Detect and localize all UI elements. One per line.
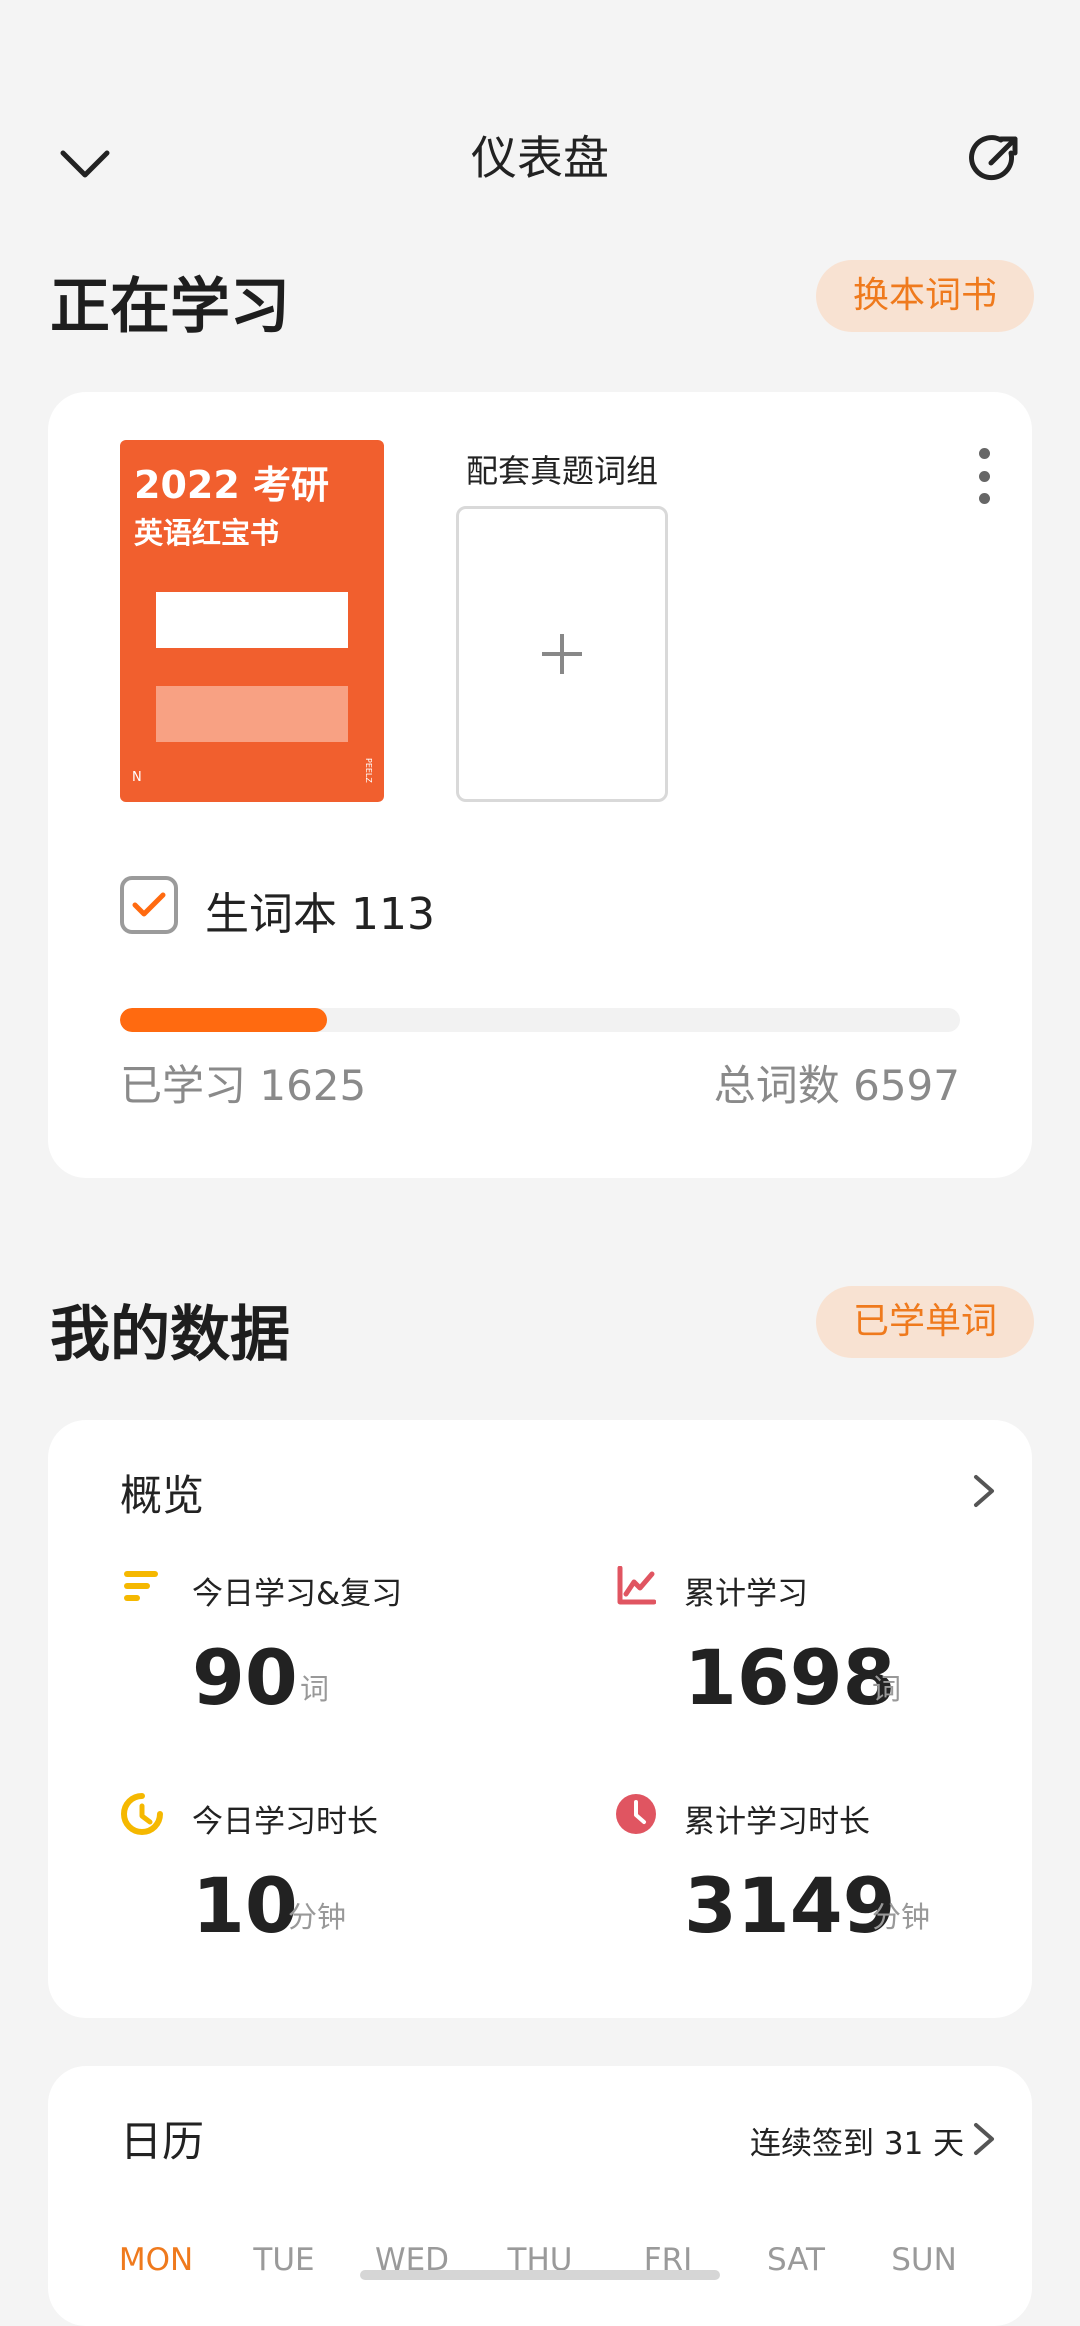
timer-swirl-icon [120, 1792, 164, 1836]
top-bar: 仪表盘 [0, 110, 1080, 210]
cover-subtitle: 英语红宝书 [134, 516, 280, 550]
study-progress-fill [120, 1008, 327, 1032]
stat-label: 累计学习时长 [684, 1804, 870, 1840]
weekday-label[interactable]: TUE [229, 2242, 339, 2278]
stat-unit: 词 [872, 1672, 902, 1706]
cover-light-band [156, 686, 348, 742]
stat-value: 3149 [684, 1861, 896, 1950]
chevron-right-icon[interactable] [964, 1466, 1004, 1516]
stat-value: 10 [192, 1861, 298, 1950]
cover-title: 2022 考研 [134, 463, 329, 507]
stat-label: 今日学习时长 [192, 1804, 378, 1840]
home-indicator [360, 2270, 720, 2280]
vocab-book-label: 生词本 113 [205, 889, 435, 940]
stat-value: 1698 [684, 1633, 896, 1722]
overview-title: 概览 [120, 1471, 205, 1520]
cover-corner-mark: N [132, 770, 142, 785]
clock-icon [614, 1792, 658, 1836]
stat-value: 90 [192, 1633, 298, 1722]
book-cover[interactable]: 2022 考研 英语红宝书 N PEELZ [120, 440, 384, 802]
studying-section-title: 正在学习 [50, 272, 290, 342]
phrase-group-label: 配套真题词组 [466, 452, 659, 490]
stat-label: 累计学习 [684, 1576, 808, 1612]
weekday-label[interactable]: MON [101, 2242, 211, 2278]
learned-count: 已学习 1625 [120, 1061, 367, 1110]
total-count: 总词数 6597 [713, 1061, 960, 1110]
calendar-card[interactable] [48, 2066, 1032, 2326]
cover-white-band [156, 592, 348, 648]
calendar-title: 日历 [120, 2117, 205, 2166]
change-book-button[interactable]: 换本词书 [816, 260, 1034, 332]
stat-unit: 分钟 [872, 1900, 931, 1934]
checkin-streak: 连续签到 31 天 [750, 2126, 965, 2162]
stat-unit: 分钟 [288, 1900, 347, 1934]
weekday-label[interactable]: SAT [741, 2242, 851, 2278]
weekday-label[interactable]: SUN [869, 2242, 979, 2278]
list-bars-icon [120, 1564, 164, 1608]
vocab-book-checkbox[interactable] [120, 876, 178, 934]
mydata-section-title: 我的数据 [50, 1300, 290, 1370]
more-options-icon[interactable] [966, 448, 1002, 504]
add-phrase-group-button[interactable] [456, 506, 668, 802]
chevron-right-icon[interactable] [964, 2114, 1004, 2164]
line-chart-icon [614, 1564, 658, 1608]
stat-unit: 词 [300, 1672, 330, 1706]
stat-label: 今日学习&复习 [192, 1576, 403, 1612]
learned-words-button[interactable]: 已学单词 [816, 1286, 1034, 1358]
page-title: 仪表盘 [471, 131, 609, 185]
share-external-icon[interactable] [960, 124, 1030, 194]
study-progress-bar [120, 1008, 960, 1032]
checkmark-icon [132, 892, 166, 917]
plus-icon [542, 634, 582, 674]
cover-side-text: PEELZ [364, 758, 373, 783]
